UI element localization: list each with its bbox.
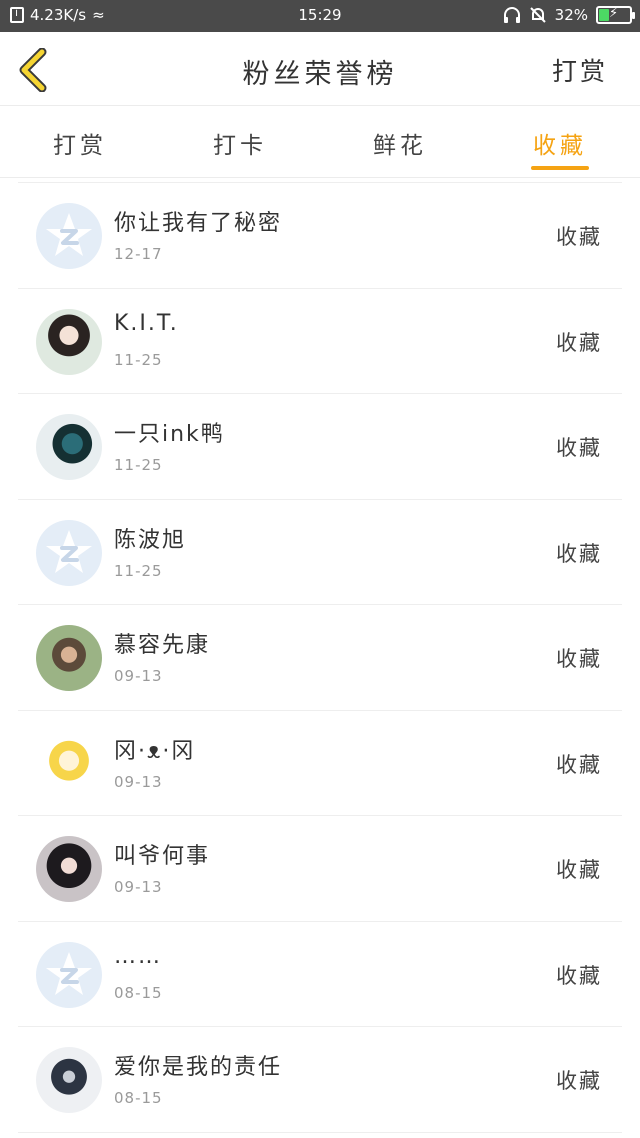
headphones-icon xyxy=(503,7,520,23)
list-item[interactable]: K.I.T. 11-25 收藏 xyxy=(18,289,622,394)
status-right: 32% ⚡ xyxy=(503,6,635,24)
avatar[interactable] xyxy=(36,519,102,586)
user-name: 你让我有了秘密 xyxy=(114,211,283,236)
tab-checkin[interactable]: 打卡 xyxy=(160,106,320,177)
list-item[interactable]: 一只ink鸭 11-25 收藏 xyxy=(18,394,622,500)
list-item[interactable]: 冈·ᴥ·冈 09-13 收藏 xyxy=(18,711,622,816)
list-item[interactable]: 叫爷何事 09-13 收藏 xyxy=(18,816,622,922)
tab-label: 打赏 xyxy=(53,133,107,159)
active-tab-indicator xyxy=(531,166,589,170)
user-name: 爱你是我的责任 xyxy=(114,1055,283,1080)
list-item[interactable]: …… 08-15 收藏 xyxy=(18,922,622,1027)
favorite-date: 11-25 xyxy=(114,456,163,474)
page-title: 粉丝荣誉榜 xyxy=(242,59,398,90)
action-label: 收藏 xyxy=(556,858,602,882)
favorite-date: 09-13 xyxy=(114,878,163,896)
avatar[interactable] xyxy=(36,941,102,1008)
battery-icon: ⚡ xyxy=(596,6,635,24)
user-name: 叫爷何事 xyxy=(114,844,211,869)
battery-level xyxy=(599,9,609,21)
mute-bell-icon xyxy=(529,7,546,23)
action-label: 收藏 xyxy=(556,963,602,988)
title-bar: 粉丝荣誉榜 打赏 xyxy=(0,32,640,106)
favorite-date: 11-25 xyxy=(114,561,163,580)
favorite-date: 09-13 xyxy=(114,772,163,791)
list-item[interactable]: 爱你是我的责任 08-15 收藏 xyxy=(18,1027,622,1133)
avatar[interactable] xyxy=(36,836,102,902)
user-name: K.I.T. xyxy=(114,310,179,336)
default-avatar-icon xyxy=(46,213,92,256)
tab-label: 收藏 xyxy=(533,133,587,159)
user-name: 慕容先康 xyxy=(114,633,211,658)
avatar[interactable] xyxy=(36,625,102,691)
action-label: 收藏 xyxy=(556,647,602,671)
default-avatar-icon xyxy=(46,951,92,995)
list-item[interactable]: 慕容先康 09-13 收藏 xyxy=(18,605,622,711)
status-bar: 4.23K/s ≈ 15:29 32% ⚡ xyxy=(0,0,640,32)
tab-bar: 打赏 打卡 鲜花 收藏 xyxy=(0,106,640,178)
favorite-date: 08-15 xyxy=(114,983,163,1002)
favorite-date: 08-15 xyxy=(114,1089,163,1107)
default-avatar-icon xyxy=(46,529,92,573)
user-name: …… xyxy=(114,943,162,969)
favorite-date: 12-17 xyxy=(114,245,163,263)
avatar[interactable] xyxy=(36,1047,102,1113)
favorite-date: 09-13 xyxy=(114,667,163,685)
tab-label: 鲜花 xyxy=(373,133,427,159)
favorite-date: 11-25 xyxy=(114,350,163,369)
action-label: 收藏 xyxy=(556,330,602,355)
action-label: 收藏 xyxy=(556,1069,602,1093)
user-name: 一只ink鸭 xyxy=(114,422,225,447)
fan-list: 你让我有了秘密 12-17 收藏 K.I.T. 11-25 收藏 一只ink鸭 … xyxy=(18,182,622,1133)
user-name: 陈波旭 xyxy=(114,527,187,553)
avatar[interactable] xyxy=(36,730,102,797)
action-label: 收藏 xyxy=(556,436,602,460)
list-item[interactable]: 陈波旭 11-25 收藏 xyxy=(18,500,622,605)
reward-button[interactable]: 打赏 xyxy=(552,52,608,88)
tab-flowers[interactable]: 鲜花 xyxy=(320,106,480,177)
battery-percent: 32% xyxy=(554,6,588,24)
tab-label: 打卡 xyxy=(213,133,267,159)
avatar[interactable] xyxy=(36,414,102,480)
avatar[interactable] xyxy=(36,308,102,375)
list-item[interactable]: 你让我有了秘密 12-17 收藏 xyxy=(18,183,622,289)
tab-favorites[interactable]: 收藏 xyxy=(480,106,640,177)
action-label: 收藏 xyxy=(556,225,602,249)
tab-reward[interactable]: 打赏 xyxy=(0,106,160,177)
action-label: 收藏 xyxy=(556,541,602,566)
charging-icon: ⚡ xyxy=(609,6,619,21)
user-name: 冈·ᴥ·冈 xyxy=(114,738,196,764)
action-label: 收藏 xyxy=(556,752,602,777)
avatar[interactable] xyxy=(36,203,102,269)
